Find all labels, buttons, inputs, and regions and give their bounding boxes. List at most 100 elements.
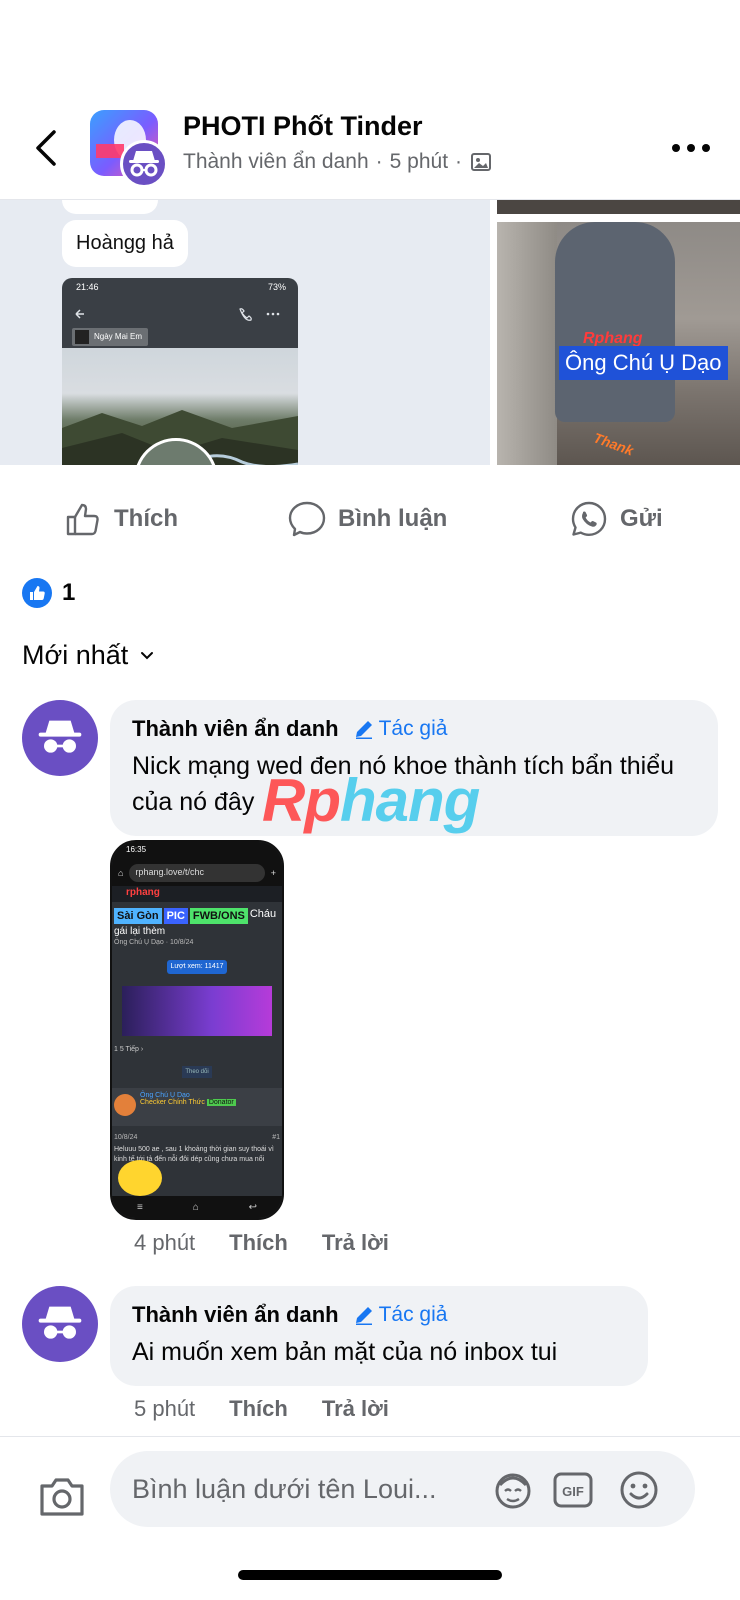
post-header: PHOTI Phốt Tinder Thành viên ẩn danh · 5… <box>0 96 740 200</box>
chat-screenshot-image[interactable]: Hoàngg hả 21:46 73% Ngày Mai Em <box>0 200 490 465</box>
like-button[interactable]: Thích <box>64 500 178 538</box>
chat-bubble <box>62 200 158 214</box>
comment-input-box[interactable]: GIF <box>110 1451 695 1527</box>
song-chip: Ngày Mai Em <box>72 328 149 346</box>
more-horizontal-icon <box>672 144 710 152</box>
group-title[interactable]: PHOTI Phốt Tinder <box>183 111 423 142</box>
ci-tag: Sài Gòn <box>114 908 162 924</box>
ci-url: rphang.love/t/chc <box>129 864 265 882</box>
author-badge-label: Tác giả <box>378 1303 448 1326</box>
ci-status-bar: 16:35 <box>112 842 282 860</box>
ci-meta: Ông Chú Ụ Dạo · 10/8/24 <box>114 939 194 946</box>
person-photo-image[interactable]: Rphang Ông Chú Ụ Dạo Thank <box>497 200 740 465</box>
comment-reply-button[interactable]: Trả lời <box>322 1396 389 1422</box>
photo-privacy-icon <box>471 153 492 171</box>
group-avatar[interactable] <box>90 110 170 190</box>
more-options-button[interactable] <box>670 136 712 160</box>
ci-user-card: Ông Chú Ụ Dạo Checker Chính Thức Donator <box>112 1088 282 1126</box>
ci-tags: Sài Gòn PIC FWB/ONS Cháu <box>112 902 282 924</box>
comment-reply-button[interactable]: Trả lời <box>322 1230 389 1256</box>
comment-like-button[interactable]: Thích <box>229 1230 288 1256</box>
like-reaction-icon <box>22 578 52 608</box>
comment-attached-screenshot[interactable]: 16:35 ⌂ rphang.love/t/chc + rphang Sài G… <box>110 840 284 1220</box>
whatsapp-icon <box>571 501 607 536</box>
comment-time: 5 phút <box>134 1396 196 1421</box>
back-icon: ↩ <box>248 1201 258 1213</box>
anonymous-avatar-icon <box>120 140 168 188</box>
comment-text: Ai muốn xem bản mặt của nó inbox tui <box>132 1338 558 1366</box>
gif-icon[interactable]: GIF <box>552 1469 594 1511</box>
comment-author[interactable]: Thành viên ẩn danh <box>132 716 339 742</box>
comment-bubble-icon <box>288 501 326 537</box>
arrow-left-icon <box>75 308 280 321</box>
hoodie-figure <box>555 222 675 422</box>
watermark-logo: Rphang <box>262 767 480 834</box>
ci-title-line2: gái lại thèm <box>114 926 166 937</box>
back-button[interactable] <box>28 126 68 170</box>
comment-label: Bình luận <box>338 505 448 532</box>
comment-meta: 5 phút Thích Trả lời <box>134 1396 389 1422</box>
send-button[interactable]: Gửi <box>570 500 663 538</box>
comment-input[interactable] <box>132 1469 472 1509</box>
chevron-down-icon <box>141 651 154 659</box>
phone-nav-bar <box>62 300 298 328</box>
ci-follow: Theo dõi <box>182 1066 212 1078</box>
phone-status-bar: 21:46 73% <box>62 278 298 298</box>
send-label: Gửi <box>620 505 663 532</box>
avatar-sticker-icon <box>495 1473 531 1509</box>
comment-button[interactable]: Bình luận <box>288 500 447 538</box>
reaction-count: 1 <box>62 579 76 606</box>
sort-label: Mới nhất <box>22 640 129 670</box>
svg-text:GIF: GIF <box>562 1484 584 1499</box>
post-detail-screen: PHOTI Phốt Tinder Thành viên ẩn danh · 5… <box>0 0 740 1600</box>
author-badge-label: Tác giả <box>378 717 448 740</box>
post-action-bar: Thích Bình luận Gửi <box>0 482 740 556</box>
post-author: Thành viên ẩn danh <box>183 150 369 173</box>
comment-bubble[interactable]: Thành viên ẩn danh Tác giả Ai muốn xem b… <box>110 1286 648 1386</box>
camera-button[interactable] <box>36 1471 88 1523</box>
comment-like-button[interactable]: Thích <box>229 1396 288 1422</box>
author-badge: Tác giả <box>353 717 448 741</box>
separator-dot: · <box>375 150 383 173</box>
emoji-icon[interactable] <box>618 1469 660 1511</box>
comment-meta: 4 phút Thích Trả lời <box>134 1230 389 1256</box>
anonymous-icon <box>38 1306 82 1339</box>
pencil-icon <box>355 1307 372 1325</box>
post-time: 5 phút <box>389 150 449 173</box>
post-media-grid: Hoàngg hả 21:46 73% Ngày Mai Em Rphang Ô… <box>0 200 740 465</box>
like-label: Thích <box>114 505 178 532</box>
thumbs-up-icon <box>66 503 99 536</box>
comment-author[interactable]: Thành viên ẩn danh <box>132 1302 339 1328</box>
photo-corner-text: Thank <box>591 429 636 459</box>
elevator-door <box>497 222 557 465</box>
commenter-avatar[interactable] <box>22 1286 98 1362</box>
pencil-icon <box>355 721 372 739</box>
ci-post-meta: 10/8/24 #1 <box>114 1134 280 1141</box>
reaction-summary[interactable]: 1 <box>22 578 75 608</box>
person-photo: Rphang Ông Chú Ụ Dạo Thank <box>497 222 740 465</box>
ci-pagination: 1 5 Tiếp › <box>114 1046 144 1053</box>
ci-banner <box>122 986 272 1036</box>
camera-icon <box>40 1478 84 1516</box>
anonymous-icon <box>38 720 82 753</box>
comment-author-row: Thành viên ẩn danh Tác giả <box>132 1302 626 1328</box>
ci-site-logo: rphang <box>112 886 282 902</box>
ci-tag: PIC <box>163 908 188 924</box>
home-indicator[interactable] <box>238 1570 502 1580</box>
phone-time: 21:46 <box>76 282 99 292</box>
chevron-left-icon <box>36 130 56 166</box>
comment-sort-dropdown[interactable]: Mới nhất <box>22 640 154 671</box>
ci-tag: FWB/ONS <box>189 908 248 924</box>
home-icon: ⌂ <box>118 868 124 878</box>
phone-screenshot: 21:46 73% Ngày Mai Em <box>62 278 298 465</box>
ci-views: Lượt xem: 11417 <box>167 960 227 974</box>
comment-time: 4 phút <box>134 1230 196 1255</box>
ci-title-rest: Cháu <box>249 908 277 920</box>
plus-icon: + <box>270 868 276 878</box>
menu-icon: ≡ <box>136 1201 143 1213</box>
post-subtitle: Thành viên ẩn danh · 5 phút · <box>183 150 493 174</box>
photo-caption-label: Ông Chú Ụ Dạo <box>559 346 728 380</box>
commenter-avatar[interactable] <box>22 700 98 776</box>
ci-url-bar: ⌂ rphang.love/t/chc + <box>112 860 282 886</box>
home-icon: ⌂ <box>192 1201 199 1213</box>
